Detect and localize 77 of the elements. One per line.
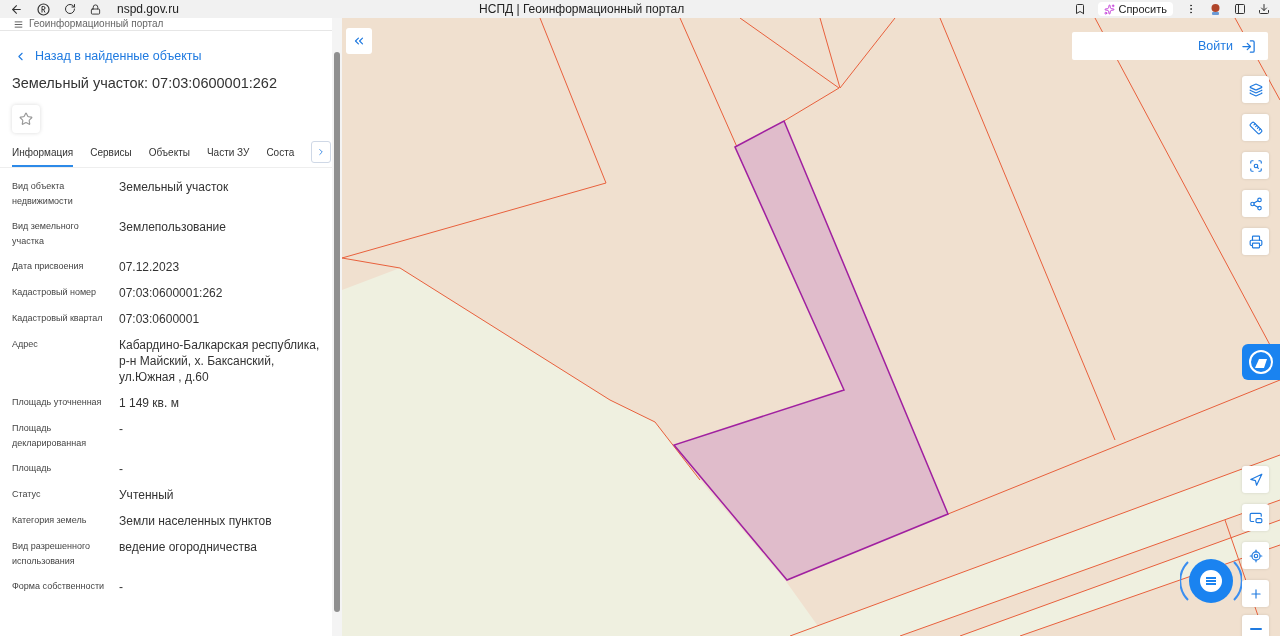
layers-icon — [1248, 82, 1263, 97]
object-heading: Земельный участок: 07:03:0600001:262 — [12, 75, 278, 91]
bookmark-icon[interactable] — [1074, 3, 1087, 15]
side-panel-tab[interactable] — [1242, 344, 1280, 380]
tab[interactable]: Объекты — [148, 139, 190, 167]
collapse-panel-button[interactable] — [346, 28, 372, 54]
property-value: - — [119, 421, 124, 438]
sidebar-icon[interactable] — [1234, 3, 1246, 15]
minimap-icon — [1248, 510, 1263, 525]
reload-icon[interactable] — [64, 3, 76, 15]
property-value: 07:03:0600001 — [119, 311, 201, 327]
property-value: ведение огородничества — [119, 539, 258, 556]
lock-icon — [90, 3, 101, 15]
map-logo-icon — [1248, 349, 1274, 375]
zoom-out-icon — [1249, 627, 1262, 630]
area-search-button[interactable] — [1242, 152, 1269, 179]
property-label: Вид разрешенного использования — [12, 540, 92, 568]
download-icon[interactable] — [1258, 3, 1270, 15]
property-label: Кадастровый квартал — [12, 312, 104, 325]
scrollbar[interactable] — [332, 18, 342, 636]
property-value: - — [119, 461, 124, 477]
share-icon — [1248, 196, 1263, 211]
browser-logo-icon[interactable] — [37, 2, 50, 16]
property-label: Форма собственности — [12, 580, 106, 593]
tab[interactable]: Части ЗУ — [206, 139, 250, 167]
property-label: Площадь — [12, 462, 53, 475]
property-label: Дата присвоения — [12, 260, 85, 273]
area-search-icon — [1248, 158, 1263, 173]
double-chevron-left-icon — [352, 34, 366, 48]
ask-button[interactable]: Спросить — [1098, 2, 1173, 16]
portal-title: Геоинформационный портал — [29, 19, 164, 29]
page-title: НСПД | Геоинформационный портал — [479, 2, 685, 16]
ruler-icon — [1248, 120, 1263, 135]
property-value: 07:03:0600001:262 — [119, 285, 224, 301]
property-label: Кадастровый номер — [12, 286, 98, 299]
tab[interactable]: Сервисы — [90, 139, 132, 167]
property-label: Адрес — [12, 338, 39, 351]
property-value: 07.12.2023 — [119, 259, 181, 275]
property-label: Вид объекта недвижимости — [12, 180, 74, 208]
property-value: Кабардино-Балкарская республика, р-н Майский, х. Баксанский, ул.Южная , д.60 — [119, 337, 321, 385]
locate-button[interactable] — [1242, 542, 1269, 569]
tab[interactable]: Соста — [266, 139, 295, 167]
sparkle-icon — [1104, 3, 1116, 15]
property-value: Земельный участок — [119, 179, 230, 196]
share-button[interactable] — [1242, 190, 1269, 217]
tab[interactable]: Информация — [12, 139, 74, 167]
property-label: Площадь уточненная — [12, 396, 103, 409]
back-icon[interactable] — [10, 2, 23, 16]
property-value: 1 149 кв. м — [119, 395, 180, 411]
layers-button[interactable] — [1242, 76, 1269, 103]
location-arrow-button[interactable] — [1242, 466, 1269, 493]
zoom-in-icon — [1248, 586, 1263, 601]
back-link[interactable]: Назад в найденные объекты — [14, 49, 332, 63]
property-value: Земли населенных пунктов — [119, 513, 273, 529]
chat-icon — [1198, 568, 1224, 594]
locate-icon — [1248, 548, 1263, 563]
zoom-out-button[interactable] — [1242, 615, 1269, 636]
zoom-in-button[interactable] — [1242, 580, 1269, 607]
print-icon — [1248, 234, 1263, 249]
property-label: Площадь декларированная — [12, 422, 88, 450]
star-icon — [19, 112, 33, 126]
property-label: Вид земельного участка — [12, 220, 80, 248]
login-icon — [1241, 38, 1256, 54]
print-button[interactable] — [1242, 228, 1269, 255]
profile-icon[interactable] — [1209, 2, 1222, 16]
ruler-button[interactable] — [1242, 114, 1269, 141]
favorite-button[interactable] — [12, 105, 40, 133]
location-arrow-icon — [1248, 472, 1263, 487]
property-label: Статус — [12, 488, 42, 501]
property-value: Учтенный — [119, 487, 175, 503]
address-field[interactable]: nspd.gov.ru — [117, 2, 179, 16]
property-value: Землепользование — [119, 219, 227, 236]
property-value: - — [119, 579, 124, 595]
property-label: Категория земель — [12, 514, 88, 527]
menu-icon[interactable] — [14, 19, 23, 29]
login-button[interactable]: Войти — [1072, 32, 1268, 60]
minimap-button[interactable] — [1242, 504, 1269, 531]
